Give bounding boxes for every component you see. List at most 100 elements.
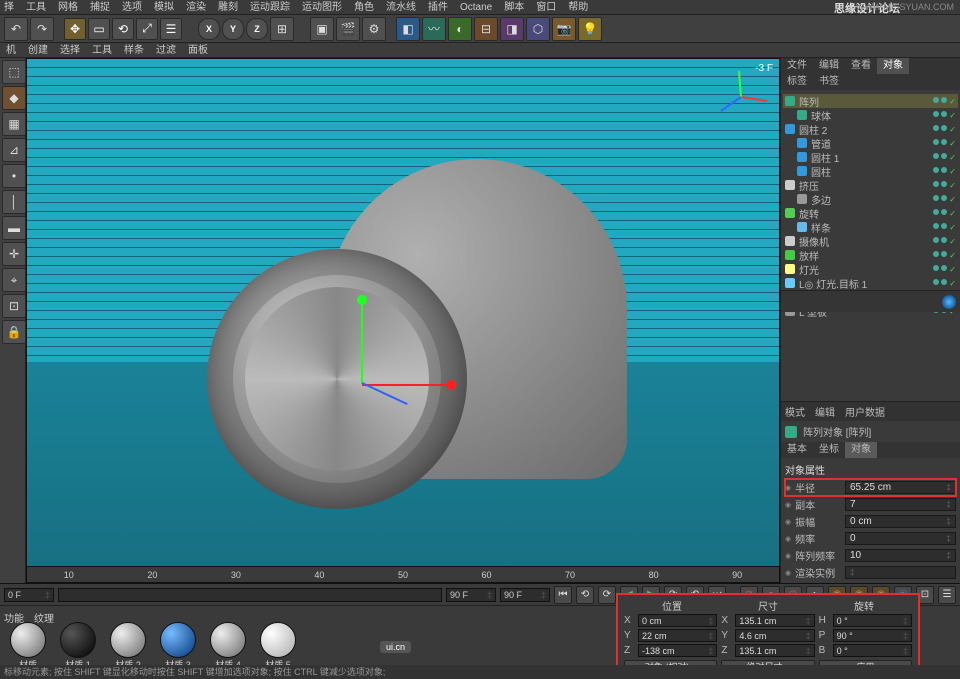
menu-item[interactable]: 角色 — [354, 0, 374, 14]
coord-rot-field[interactable]: 0 ° — [833, 644, 912, 657]
viewport-menu-item[interactable]: 工具 — [92, 43, 112, 57]
menu-item[interactable]: 运动跟踪 — [250, 0, 290, 14]
check-icon[interactable]: ✓ — [949, 251, 956, 260]
attr-tab-coord[interactable]: 坐标 — [813, 442, 845, 458]
coord-rot-field[interactable]: 0 ° — [833, 614, 912, 627]
material-tab-func[interactable]: 功能 — [4, 610, 24, 625]
tree-item[interactable]: 球体✓ — [783, 108, 958, 122]
visibility-dot-icon[interactable] — [933, 125, 939, 131]
material-tab-tex[interactable]: 纹理 — [34, 610, 54, 625]
viewport-menu-item[interactable]: 创建 — [28, 43, 48, 57]
add-camera-button[interactable]: 📷 — [552, 17, 576, 41]
make-editable-button[interactable]: ⬚ — [2, 60, 26, 84]
menu-item[interactable]: 模拟 — [154, 0, 174, 14]
tree-item[interactable]: 圆柱 1✓ — [783, 150, 958, 164]
check-icon[interactable]: ✓ — [949, 97, 956, 106]
render-button[interactable]: 🎬 — [336, 17, 360, 41]
tree-item[interactable]: L◎ 灯光.目标 1✓ — [783, 276, 958, 290]
visibility-dot-icon[interactable] — [933, 153, 939, 159]
scale-tool[interactable]: ⤢ — [136, 18, 158, 40]
timeline-start-field[interactable]: 0 F — [4, 588, 54, 602]
x-axis-toggle[interactable]: X — [198, 18, 220, 40]
check-icon[interactable]: ✓ — [949, 209, 956, 218]
menu-item[interactable]: 插件 — [428, 0, 448, 14]
render-dot-icon[interactable] — [941, 195, 947, 201]
material-item[interactable]: 材质 5 — [256, 622, 300, 671]
visibility-dot-icon[interactable] — [933, 97, 939, 103]
add-environment-button[interactable]: ⬡ — [526, 17, 550, 41]
render-dot-icon[interactable] — [941, 111, 947, 117]
visibility-dot-icon[interactable] — [933, 237, 939, 243]
material-item[interactable]: 材质 2 — [106, 622, 150, 671]
visibility-dot-icon[interactable] — [933, 195, 939, 201]
render-dot-icon[interactable] — [941, 139, 947, 145]
check-icon[interactable]: ✓ — [949, 111, 956, 120]
coord-size-field[interactable]: 135.1 cm — [735, 614, 814, 627]
material-item[interactable]: 材质 1 — [56, 622, 100, 671]
render-dot-icon[interactable] — [941, 181, 947, 187]
tree-item[interactable]: 放样✓ — [783, 248, 958, 262]
coord-system-button[interactable]: ⊞ — [270, 17, 294, 41]
check-icon[interactable]: ✓ — [949, 125, 956, 134]
tree-item[interactable]: 挤压✓ — [783, 178, 958, 192]
property-field[interactable]: 0 — [845, 532, 956, 545]
prev-key-button[interactable]: ⟲ — [576, 586, 594, 604]
coord-rot-field[interactable]: 90 ° — [833, 629, 912, 642]
render-dot-icon[interactable] — [941, 237, 947, 243]
attr-edit[interactable]: 编辑 — [815, 404, 835, 419]
check-icon[interactable]: ✓ — [949, 265, 956, 274]
attr-tab-object[interactable]: 对象 — [845, 442, 877, 458]
axes-widget-icon[interactable] — [711, 67, 771, 127]
texture-mode-button[interactable]: ▦ — [2, 112, 26, 136]
render-dot-icon[interactable] — [941, 209, 947, 215]
add-light-button[interactable]: 💡 — [578, 17, 602, 41]
recent-tool[interactable]: ☰ — [160, 18, 182, 40]
tree-item[interactable]: 样条✓ — [783, 220, 958, 234]
visibility-dot-icon[interactable] — [933, 209, 939, 215]
options-button[interactable]: ☰ — [938, 586, 956, 604]
render-settings-button[interactable]: ⚙ — [362, 17, 386, 41]
menu-item[interactable]: 捕捉 — [90, 0, 110, 14]
snap-button[interactable]: ⌖ — [2, 268, 26, 292]
attr-userdata[interactable]: 用户数据 — [845, 404, 885, 419]
attr-tab-basic[interactable]: 基本 — [781, 442, 813, 458]
render-dot-icon[interactable] — [941, 223, 947, 229]
check-icon[interactable]: ✓ — [949, 279, 956, 288]
timeline-slider[interactable] — [58, 588, 442, 602]
undo-button[interactable]: ↶ — [4, 17, 28, 41]
menu-item[interactable]: 帮助 — [568, 0, 588, 14]
add-array-button[interactable]: ⊟ — [474, 17, 498, 41]
menu-item[interactable]: 择 — [4, 0, 14, 14]
point-key-button[interactable]: ⊡ — [916, 586, 934, 604]
check-icon[interactable]: ✓ — [949, 237, 956, 246]
viewport-menu-item[interactable]: 面板 — [188, 43, 208, 57]
check-icon[interactable]: ✓ — [949, 139, 956, 148]
add-nurbs-button[interactable]: ◐ — [448, 17, 472, 41]
tab-object[interactable]: 对象 — [877, 58, 909, 74]
coord-pos-field[interactable]: 22 cm — [638, 629, 717, 642]
axis-button[interactable]: ✛ — [2, 242, 26, 266]
tree-item[interactable]: 管道✓ — [783, 136, 958, 150]
visibility-dot-icon[interactable] — [933, 265, 939, 271]
render-dot-icon[interactable] — [941, 265, 947, 271]
material-item[interactable]: 材质 3 — [156, 622, 200, 671]
timeline-ruler[interactable]: 102030405060708090 — [27, 566, 779, 582]
menu-item[interactable]: 选项 — [122, 0, 142, 14]
viewport-menu-item[interactable]: 选择 — [60, 43, 80, 57]
coord-pos-field[interactable]: -138 cm — [638, 644, 717, 657]
menu-item[interactable]: 渲染 — [186, 0, 206, 14]
workplane-snap-button[interactable]: ⊡ — [2, 294, 26, 318]
render-dot-icon[interactable] — [941, 167, 947, 173]
menu-item[interactable]: 运动图形 — [302, 0, 342, 14]
coord-size-field[interactable]: 4.6 cm — [735, 629, 814, 642]
property-field[interactable]: 10 — [845, 549, 956, 562]
property-field[interactable]: 0 cm — [845, 515, 956, 528]
menu-item[interactable]: 脚本 — [504, 0, 524, 14]
edge-mode-button[interactable]: │ — [2, 190, 26, 214]
property-field[interactable]: 65.25 cm — [845, 481, 956, 494]
render-view-button[interactable]: ▣ — [310, 17, 334, 41]
tree-item[interactable]: 多边✓ — [783, 192, 958, 206]
tree-item[interactable]: 旋转✓ — [783, 206, 958, 220]
select-tool[interactable]: ▭ — [88, 18, 110, 40]
tab-tag[interactable]: 标签 — [781, 74, 813, 90]
